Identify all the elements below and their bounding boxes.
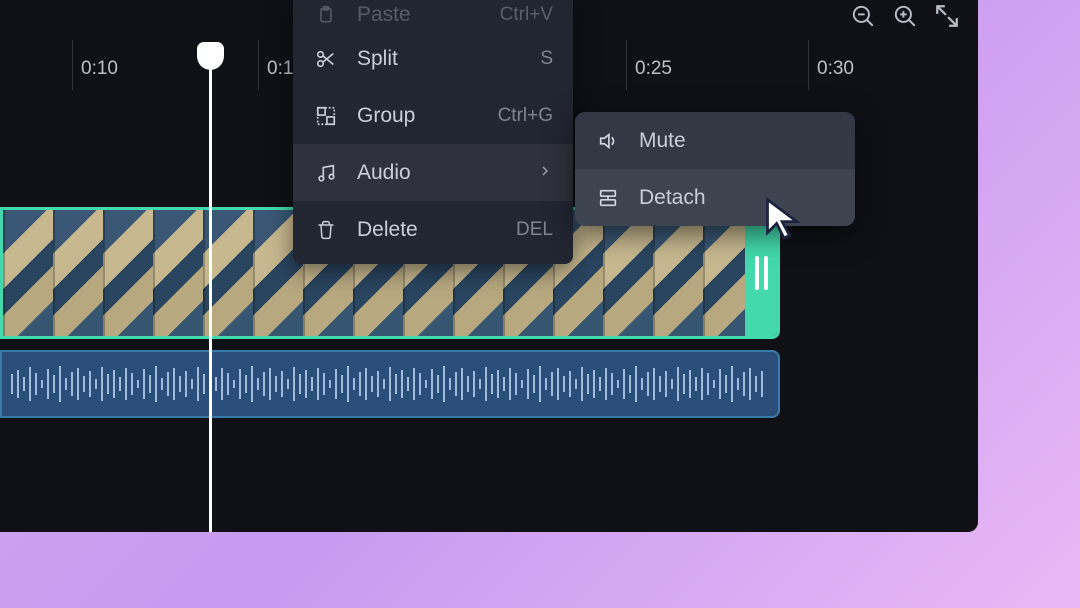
zoom-out-icon[interactable] xyxy=(850,3,876,34)
menu-label: Split xyxy=(357,47,540,71)
audio-submenu: Mute Detach xyxy=(575,112,855,226)
menu-label: Delete xyxy=(357,218,516,242)
zoom-in-icon[interactable] xyxy=(892,3,918,34)
group-icon xyxy=(313,105,339,127)
menu-item-audio[interactable]: Audio xyxy=(293,144,573,201)
ruler-tick-label: 0:25 xyxy=(635,58,672,80)
waveform-icon xyxy=(10,362,770,406)
submenu-item-mute[interactable]: Mute xyxy=(575,112,855,169)
menu-label: Paste xyxy=(357,3,500,27)
menu-shortcut: DEL xyxy=(516,219,553,241)
paste-icon xyxy=(313,5,339,25)
trash-icon xyxy=(313,219,339,241)
menu-item-delete[interactable]: Delete DEL xyxy=(293,201,573,258)
timeline-editor: 0:10 0:15 0:20 0:25 0:30 Paste Ctrl+V xyxy=(0,0,978,532)
speaker-icon xyxy=(595,130,621,152)
timeline-toolbar xyxy=(850,3,960,34)
cursor-pointer-icon xyxy=(762,196,806,240)
ruler-tick-label: 0:30 xyxy=(817,58,854,80)
detach-icon xyxy=(595,187,621,209)
music-note-icon xyxy=(313,162,339,184)
submenu-item-detach[interactable]: Detach xyxy=(575,169,855,226)
menu-item-paste[interactable]: Paste Ctrl+V xyxy=(293,0,573,30)
menu-label: Group xyxy=(357,104,498,128)
menu-item-split[interactable]: Split S xyxy=(293,30,573,87)
menu-shortcut: S xyxy=(540,48,553,70)
menu-label: Audio xyxy=(357,161,537,185)
fit-timeline-icon[interactable] xyxy=(934,3,960,34)
context-menu: Paste Ctrl+V Split S Group Ctrl+G Audio xyxy=(293,0,573,264)
scissors-icon xyxy=(313,48,339,70)
ruler-tick-label: 0:10 xyxy=(81,58,118,80)
menu-shortcut: Ctrl+G xyxy=(498,105,553,127)
menu-shortcut: Ctrl+V xyxy=(500,4,553,26)
menu-label: Mute xyxy=(639,129,835,153)
chevron-right-icon xyxy=(537,161,553,185)
playhead[interactable] xyxy=(209,43,212,532)
menu-item-group[interactable]: Group Ctrl+G xyxy=(293,87,573,144)
audio-clip[interactable] xyxy=(0,350,780,418)
